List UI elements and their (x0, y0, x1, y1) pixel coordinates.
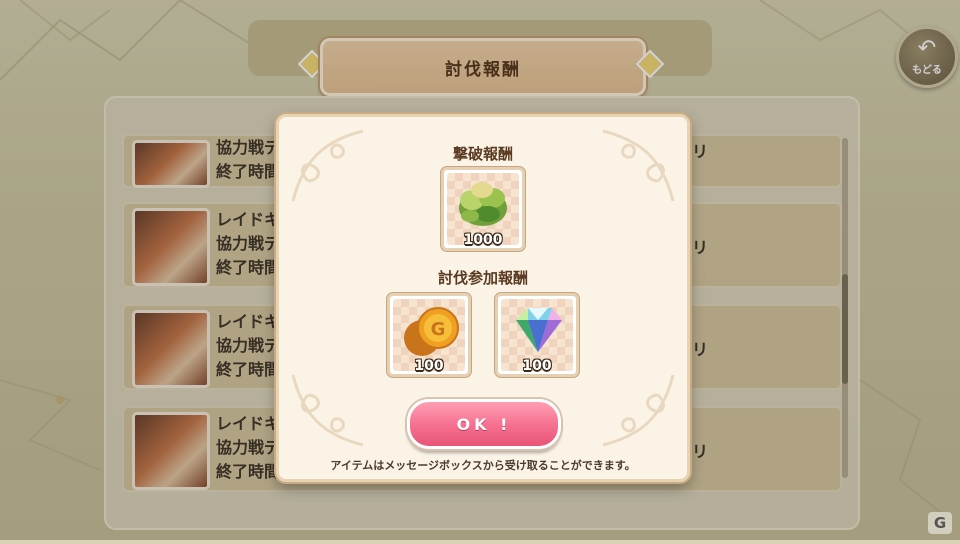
reward-item-gold[interactable]: G 100 (387, 293, 471, 377)
ok-button[interactable]: OK ! (407, 399, 561, 449)
rainbow-gem-icon (516, 308, 562, 352)
reward-item-herb[interactable]: 1000 (441, 167, 525, 251)
gold-coin-icon: G (404, 307, 459, 356)
ok-button-label: OK ! (456, 414, 512, 434)
reward-count: 100 (522, 358, 552, 374)
reward-count: 1000 (463, 232, 503, 248)
reward-item-gem[interactable]: 100 (495, 293, 579, 377)
floral-ornament-icon (291, 374, 364, 447)
floral-ornament-icon (602, 129, 675, 202)
footnote-text: アイテムはメッセージボックスから受け取ることができます。 (330, 459, 636, 472)
watermark-logo: G (928, 512, 952, 534)
floral-ornament-icon (291, 129, 364, 202)
reward-dialog: 撃破報酬 1000 討伐参加報酬 G 100 100 OK ! アイテムはメッセ… (276, 114, 690, 482)
watermark-label: G (933, 514, 947, 532)
reward-count: 100 (414, 358, 444, 374)
floral-ornament-icon (602, 374, 675, 447)
herb-material-icon (459, 182, 507, 226)
svg-text:G: G (431, 319, 446, 340)
participation-reward-title: 討伐参加報酬 (437, 269, 528, 287)
defeat-reward-title: 撃破報酬 (452, 145, 513, 163)
